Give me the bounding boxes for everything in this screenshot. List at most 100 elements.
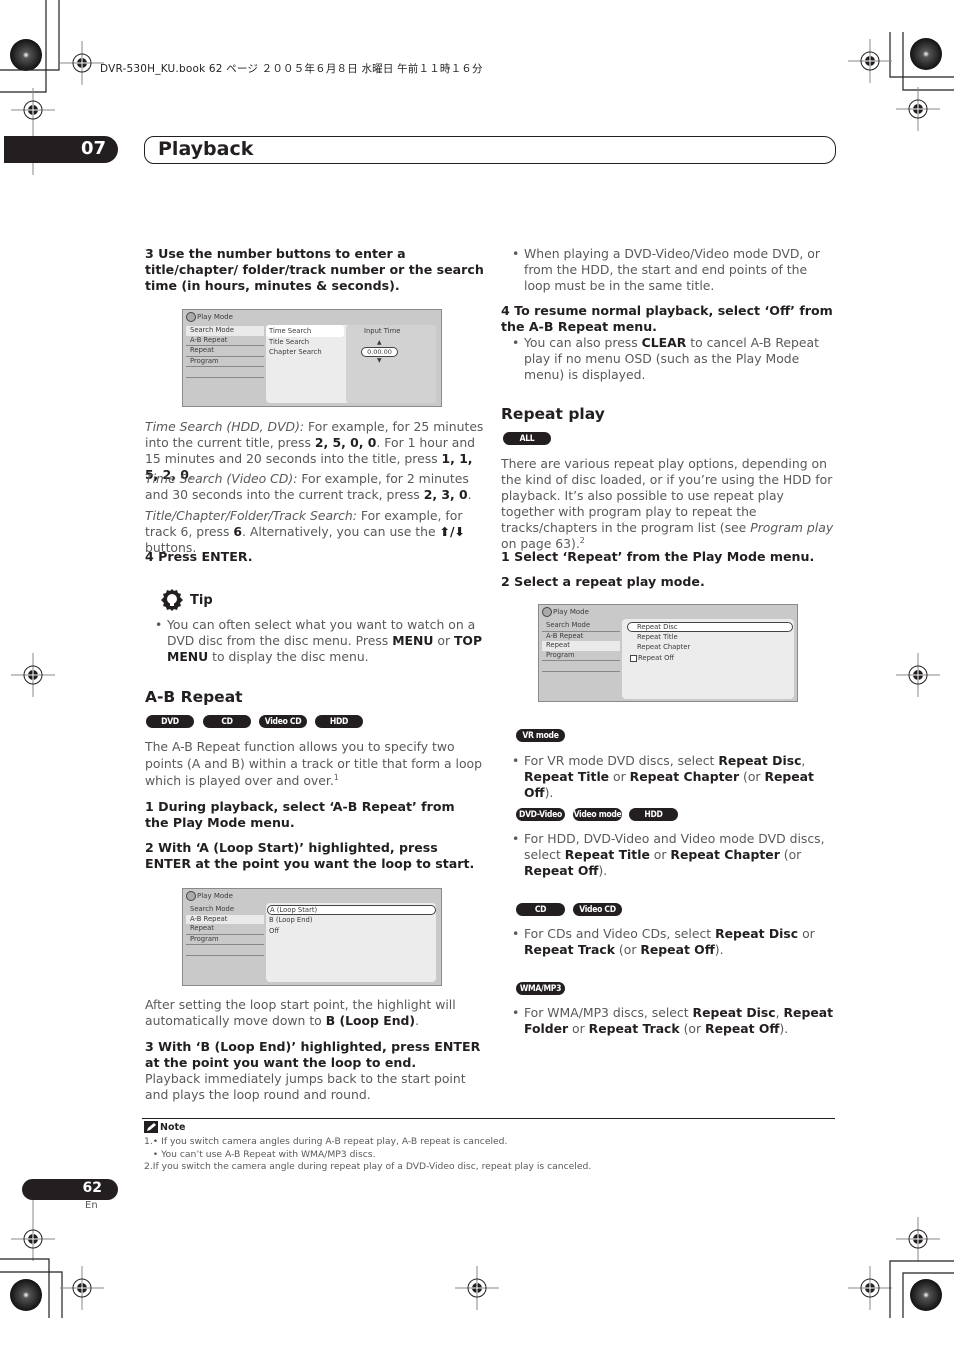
osd-play-mode-ab-repeat: Play Mode Search Mode A-B Repeat Repeat … [182,888,442,986]
input-time-label: Input Time [364,327,401,335]
osd-title-text: Play Mode [197,892,233,900]
osd-option[interactable]: Time Search [269,327,311,335]
key: Repeat Track [588,1021,680,1036]
disc-icon [186,312,196,322]
disc-type-pill-hdd: HDD [629,808,678,821]
osd-option[interactable]: B (Loop End) [269,916,313,924]
footnote-2: 2.If you switch the camera angle during … [144,1161,592,1172]
disc-type-pill-cd: CD [516,903,565,916]
footnote-1b: • You can’t use A-B Repeat with WMA/MP3 … [144,1149,376,1160]
osd-option-checkbox[interactable]: Repeat Off [630,654,674,662]
osd-option[interactable]: Chapter Search [269,348,322,356]
repeat-step-2-heading: 2 Select a repeat play mode. [501,574,705,589]
osd-menu: Search Mode A-B Repeat Repeat Program [542,621,620,672]
page-language: En [85,1200,98,1211]
text: The A-B Repeat function allows you to sp… [145,739,482,788]
vr-mode-bullet: For VR mode DVD discs, select Repeat Dis… [502,753,836,801]
ab-step-2-heading: 2 With ‘A (Loop Start)’ highlighted, pre… [145,840,475,871]
step-3-heading: 3 Use the number buttons to enter a titl… [145,246,484,293]
pencil-icon [144,1121,158,1133]
clear-bullet: You can also press CLEAR to cancel A-B R… [502,335,836,383]
osd-options-panel: A (Loop Start) B (Loop End) Off [266,903,436,982]
osd-menu: Search Mode A-B Repeat Repeat Program [186,905,264,956]
disc-type-pill-video-cd: Video CD [259,715,307,728]
text: (or [779,847,802,862]
osd-input-panel [346,325,436,403]
key: Repeat Chapter [670,847,780,862]
osd-menu-item-empty [186,367,264,378]
text: or [568,1021,589,1036]
text: . Alternatively, you can use the [242,524,440,539]
disc-type-pill-hdd: HDD [315,715,363,728]
disc-type-pill-vr-mode: VR mode [516,729,565,742]
print-header: DVR-530H_KU.book 62 ページ ２００５年６月８日 水曜日 午前… [100,63,483,75]
key: Repeat Disc [715,926,799,941]
text: For VR mode DVD discs, select [524,753,719,768]
osd-option[interactable]: Repeat Chapter [637,643,690,651]
key: CLEAR [641,335,687,350]
chapter-title-box: Playback [144,136,836,164]
time-search-vcd-paragraph: Time Search (Video CD): For example, for… [145,471,472,502]
text: or [798,926,815,941]
osd-menu-item-empty [186,945,264,956]
osd-option-selected[interactable]: Repeat Disc [627,622,793,632]
osd-menu-item[interactable]: Program [186,357,264,367]
osd-menu-item[interactable]: Repeat [186,924,264,935]
osd-menu-item[interactable]: Repeat [542,641,620,651]
arrow-down-icon[interactable]: ▼ [377,357,382,364]
repeat-play-heading: Repeat play [501,405,605,423]
disc-type-pill-cd: CD [203,715,251,728]
osd-menu-item[interactable]: Program [186,935,264,945]
osd-option[interactable]: Repeat Title [637,633,678,641]
key: Repeat Chapter [629,769,740,784]
osd-menu-item[interactable]: A-B Repeat [186,914,264,924]
text: (or [679,1021,706,1036]
osd-title: Play Mode [186,891,233,901]
chapter-title: Playback [158,138,254,160]
key: Repeat Disc [692,1005,776,1020]
footnote-ref[interactable]: 2 [580,536,585,545]
arrow-up-icon[interactable]: ▲ [377,339,382,346]
key: B (Loop End) [325,1013,416,1028]
lightbulb-icon [161,589,183,611]
text: or [433,633,454,648]
osd-menu-item[interactable]: Search Mode [186,326,264,336]
osd-menu-item[interactable]: Repeat [186,346,264,357]
osd-menu-item-empty [542,661,620,672]
text: ). [598,863,608,878]
note-heading: Note [144,1121,185,1133]
osd-option[interactable]: Title Search [269,338,309,346]
osd-title: Play Mode [542,607,589,617]
ab-intro-paragraph: The A-B Repeat function allows you to sp… [145,738,485,789]
osd-menu-item[interactable]: Program [542,651,620,661]
osd-menu-item[interactable]: Search Mode [542,621,620,632]
osd-option-selected[interactable]: A (Loop Start) [267,905,436,915]
term: Time Search (HDD, DVD): [145,419,305,434]
osd-option[interactable]: Off [269,927,279,935]
text: or [649,847,671,862]
key: Repeat Title [524,769,610,784]
input-time-field[interactable]: 0.00.00 [361,347,398,357]
osd-menu: Search Mode A-B Repeat Repeat Program [186,326,264,378]
osd-options-panel: Time Search Title Search Chapter Search … [266,325,436,403]
loop-title-bullet: When playing a DVD-Video/Video mode DVD,… [502,246,836,294]
text: ). [714,942,724,957]
repeat-intro-paragraph: There are various repeat play options, d… [501,456,841,552]
osd-menu-item[interactable]: Search Mode [186,905,264,915]
step-4-resume-heading: 4 To resume normal playback, select ‘Off… [501,303,833,334]
note-label: Note [160,1121,186,1133]
osd-title: Play Mode [186,312,233,322]
footnote-ref[interactable]: 1 [334,773,339,782]
ab-repeat-heading: A-B Repeat [145,688,243,706]
osd-menu-item[interactable]: A-B Repeat [186,336,264,346]
osd-play-mode-search: Play Mode Search Mode A-B Repeat Repeat … [182,309,442,407]
disc-type-pill-dvd: DVD [146,715,194,728]
chapter-tab: 07 [4,136,118,163]
key: Repeat Off [640,942,715,957]
cross-reference-link[interactable]: Program play [750,520,833,535]
checkbox-icon [630,654,637,662]
osd-menu-item[interactable]: A-B Repeat [542,632,620,642]
note-divider [142,1118,835,1119]
page-number: 62 [82,1180,102,1196]
ab-step-3-text: Playback immediately jumps back to the s… [145,1071,466,1102]
